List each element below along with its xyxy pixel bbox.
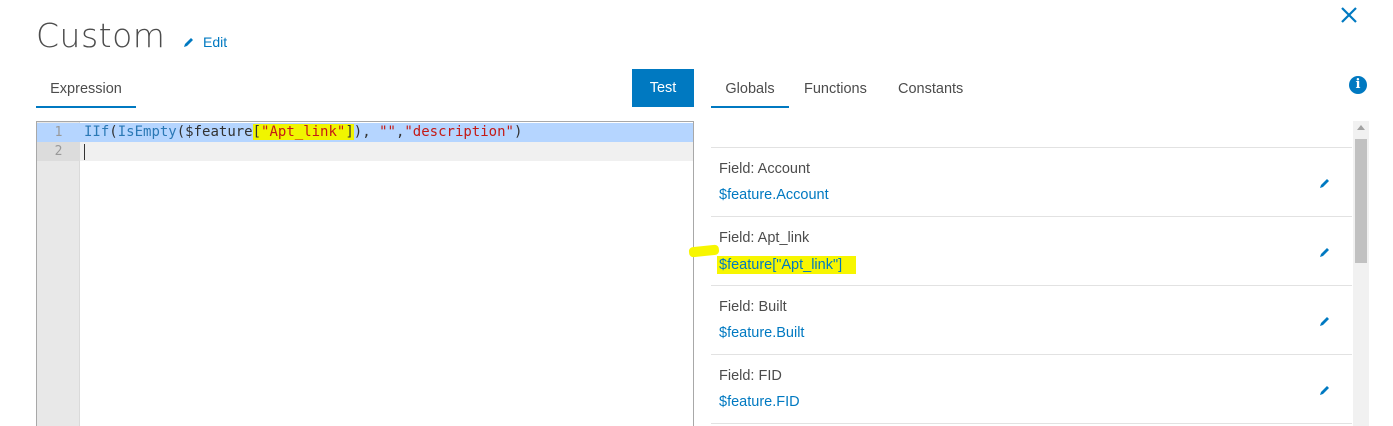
token-feature: ($feature <box>176 124 253 140</box>
pencil-icon[interactable] <box>1319 315 1331 327</box>
edit-title-link[interactable]: Edit <box>183 34 227 50</box>
test-button[interactable]: Test <box>632 69 694 107</box>
token-close: ) <box>513 124 523 140</box>
list-header-spacer <box>711 121 1352 148</box>
field-expression[interactable]: $feature.Built <box>719 325 804 341</box>
token-field-string: "Apt_link" <box>261 124 346 140</box>
token-description-string: "description" <box>404 124 514 140</box>
pencil-icon[interactable] <box>1319 384 1331 396</box>
text-cursor <box>84 144 85 160</box>
tab-constants[interactable]: Constants <box>898 70 963 108</box>
list-item-apt-link[interactable]: Field: Apt_link $feature["Apt_link"] <box>688 217 1352 286</box>
pencil-icon[interactable] <box>1319 246 1331 258</box>
tab-globals[interactable]: Globals <box>711 70 789 108</box>
field-expression[interactable]: $feature.FID <box>719 394 800 410</box>
field-expression[interactable]: $feature.Account <box>719 187 829 203</box>
token-paren-open: ( <box>109 124 118 140</box>
globals-list: Field: Account $feature.Account Field: A… <box>688 121 1352 426</box>
field-label: Field: Account <box>719 161 811 177</box>
list-item-account[interactable]: Field: Account $feature.Account <box>711 148 1352 217</box>
highlighter-mark <box>688 244 720 258</box>
token-iif: IIf <box>84 124 110 140</box>
line-number-1: 1 <box>54 125 63 140</box>
line-number-2: 2 <box>37 142 80 161</box>
tab-expression[interactable]: Expression <box>36 70 136 108</box>
token-bracket-open: [ <box>252 124 262 140</box>
tab-functions[interactable]: Functions <box>804 70 867 108</box>
token-isempty: IsEmpty <box>117 124 177 140</box>
scroll-thumb[interactable] <box>1355 139 1367 263</box>
code-line-1[interactable]: 1 IIf(IsEmpty($feature["Apt_link"]), "",… <box>37 123 693 142</box>
list-item-fid[interactable]: Field: FID $feature.FID <box>711 355 1352 424</box>
scroll-up-arrow-icon[interactable] <box>1357 125 1365 130</box>
list-scrollbar[interactable] <box>1353 121 1369 426</box>
token-empty-string: "" <box>379 124 396 140</box>
pencil-icon[interactable] <box>1319 177 1331 189</box>
close-icon[interactable] <box>1338 4 1360 26</box>
list-item-built[interactable]: Field: Built $feature.Built <box>711 286 1352 355</box>
field-label: Field: FID <box>719 368 782 384</box>
field-label: Field: Built <box>719 299 787 315</box>
code-editor[interactable]: 1 IIf(IsEmpty($feature["Apt_link"]), "",… <box>36 121 694 426</box>
field-expression[interactable]: $feature["Apt_link"] <box>717 256 857 274</box>
token-bracket-close: ] <box>345 124 354 140</box>
code-line-2[interactable]: 2 <box>37 142 693 161</box>
pencil-icon <box>184 38 193 47</box>
field-label: Field: Apt_link <box>719 230 810 246</box>
line-number-gutter <box>37 122 80 426</box>
code-text-line-1: IIf(IsEmpty($feature["Apt_link"]), "","d… <box>84 123 522 142</box>
token-after-field: ), <box>353 124 380 140</box>
edit-label: Edit <box>203 34 228 50</box>
info-icon[interactable]: i <box>1349 76 1367 94</box>
dialog-title: Custom <box>36 16 166 55</box>
